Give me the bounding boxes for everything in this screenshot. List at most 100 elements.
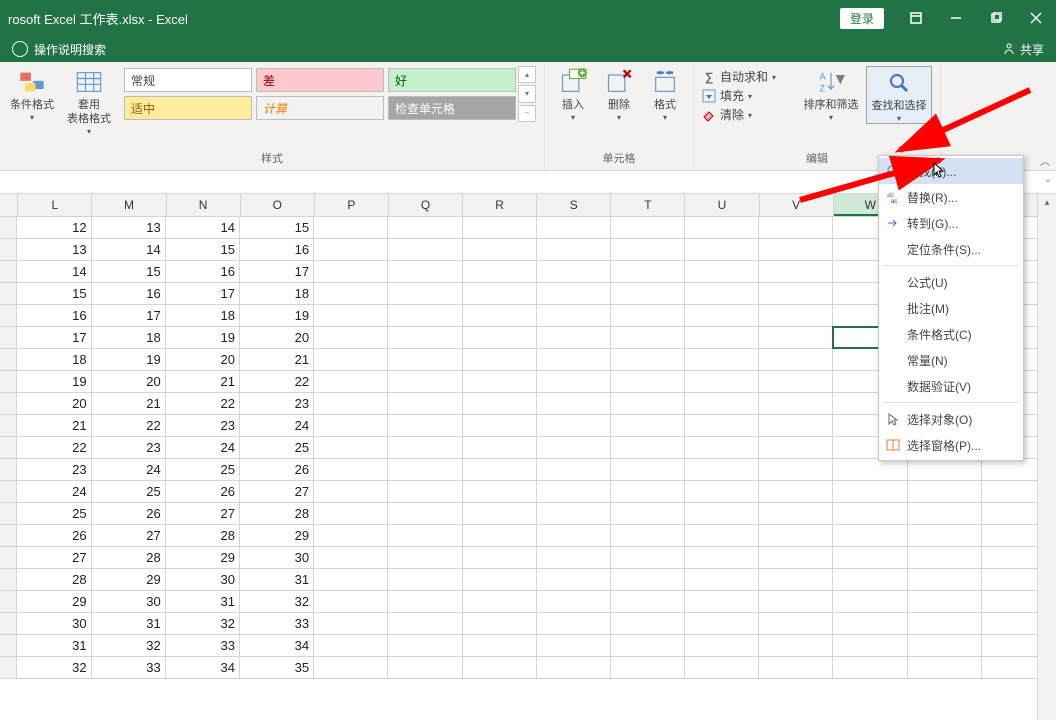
cell[interactable]: 24 xyxy=(166,437,240,458)
menu-select-objects[interactable]: 选择对象(O) xyxy=(879,406,1023,432)
cell[interactable] xyxy=(537,459,611,480)
cell[interactable] xyxy=(314,371,388,392)
cell[interactable]: 15 xyxy=(92,261,166,282)
cell[interactable] xyxy=(685,591,759,612)
conditional-formatting-button[interactable]: 条件格式 ▾ xyxy=(8,66,56,122)
cell[interactable] xyxy=(537,371,611,392)
cell[interactable] xyxy=(388,459,462,480)
styles-scroll-down[interactable]: ▾ xyxy=(518,85,536,102)
column-header[interactable]: T xyxy=(611,194,685,216)
cell[interactable] xyxy=(537,415,611,436)
cell[interactable] xyxy=(463,217,537,238)
fill-button[interactable]: 填充 ▾ xyxy=(702,87,796,104)
cell[interactable] xyxy=(314,217,388,238)
cell[interactable] xyxy=(685,327,759,348)
cell[interactable] xyxy=(314,283,388,304)
cell[interactable] xyxy=(388,217,462,238)
cell[interactable]: 20 xyxy=(17,393,91,414)
style-normal[interactable]: 常规 xyxy=(124,68,252,92)
cell[interactable] xyxy=(759,349,833,370)
cell[interactable] xyxy=(759,437,833,458)
cell[interactable]: 16 xyxy=(166,261,240,282)
cell[interactable]: 23 xyxy=(17,459,91,480)
cell[interactable]: 27 xyxy=(240,481,314,502)
cell[interactable] xyxy=(611,591,685,612)
menu-goto-special[interactable]: 定位条件(S)... xyxy=(879,236,1023,262)
menu-constants[interactable]: 常量(N) xyxy=(879,347,1023,373)
cell[interactable] xyxy=(537,349,611,370)
column-header[interactable]: P xyxy=(315,194,389,216)
cell[interactable] xyxy=(611,217,685,238)
cell[interactable] xyxy=(908,503,982,524)
cell[interactable]: 27 xyxy=(17,547,91,568)
style-calc[interactable]: 计算 xyxy=(256,96,384,120)
cell[interactable] xyxy=(759,591,833,612)
cell[interactable] xyxy=(388,239,462,260)
cell[interactable] xyxy=(759,569,833,590)
cell[interactable] xyxy=(908,613,982,634)
cell[interactable] xyxy=(463,591,537,612)
cell[interactable] xyxy=(388,591,462,612)
cell[interactable]: 31 xyxy=(240,569,314,590)
cell[interactable]: 17 xyxy=(92,305,166,326)
menu-comments[interactable]: 批注(M) xyxy=(879,295,1023,321)
cell[interactable] xyxy=(908,591,982,612)
column-header[interactable]: O xyxy=(241,194,315,216)
cell[interactable] xyxy=(908,569,982,590)
cell[interactable]: 19 xyxy=(92,349,166,370)
cell[interactable] xyxy=(759,239,833,260)
cell[interactable]: 18 xyxy=(240,283,314,304)
cell[interactable] xyxy=(833,569,907,590)
cell[interactable] xyxy=(611,305,685,326)
cell[interactable]: 30 xyxy=(240,547,314,568)
cell[interactable]: 14 xyxy=(166,217,240,238)
cell[interactable] xyxy=(388,305,462,326)
cell[interactable]: 33 xyxy=(240,613,314,634)
restore-button[interactable] xyxy=(976,0,1016,36)
cell[interactable] xyxy=(314,525,388,546)
cell[interactable]: 19 xyxy=(240,305,314,326)
cell[interactable] xyxy=(463,415,537,436)
cell[interactable] xyxy=(685,393,759,414)
cell[interactable]: 28 xyxy=(17,569,91,590)
cell[interactable] xyxy=(463,349,537,370)
signin-button[interactable]: 登录 xyxy=(840,8,884,29)
cell[interactable] xyxy=(685,525,759,546)
cell[interactable] xyxy=(388,327,462,348)
cell[interactable] xyxy=(759,305,833,326)
cell[interactable]: 31 xyxy=(17,635,91,656)
cell[interactable]: 34 xyxy=(166,657,240,678)
cell[interactable] xyxy=(611,393,685,414)
cell[interactable]: 24 xyxy=(240,415,314,436)
cell[interactable] xyxy=(463,481,537,502)
cell[interactable] xyxy=(685,283,759,304)
cell[interactable] xyxy=(388,569,462,590)
autosum-button[interactable]: ∑ 自动求和 ▾ xyxy=(702,68,796,85)
cell[interactable] xyxy=(759,657,833,678)
cell[interactable] xyxy=(388,481,462,502)
cell[interactable]: 20 xyxy=(92,371,166,392)
cell[interactable] xyxy=(537,613,611,634)
cell[interactable] xyxy=(314,635,388,656)
cell[interactable]: 34 xyxy=(240,635,314,656)
cell[interactable] xyxy=(685,239,759,260)
minimize-button[interactable] xyxy=(936,0,976,36)
cell[interactable]: 29 xyxy=(17,591,91,612)
cell[interactable]: 28 xyxy=(166,525,240,546)
style-bad[interactable]: 差 xyxy=(256,68,384,92)
cell[interactable]: 16 xyxy=(240,239,314,260)
cell[interactable] xyxy=(759,283,833,304)
cell[interactable]: 19 xyxy=(17,371,91,392)
styles-scroll-up[interactable]: ▴ xyxy=(518,66,536,83)
cell[interactable]: 30 xyxy=(166,569,240,590)
cell[interactable] xyxy=(759,393,833,414)
delete-cells-button[interactable]: 删除 ▾ xyxy=(599,66,639,122)
cell[interactable] xyxy=(388,393,462,414)
cell[interactable] xyxy=(537,503,611,524)
cell[interactable]: 32 xyxy=(166,613,240,634)
column-header[interactable]: U xyxy=(685,194,759,216)
cell[interactable] xyxy=(463,327,537,348)
cell[interactable] xyxy=(463,393,537,414)
cell[interactable] xyxy=(314,459,388,480)
cell[interactable]: 21 xyxy=(92,393,166,414)
